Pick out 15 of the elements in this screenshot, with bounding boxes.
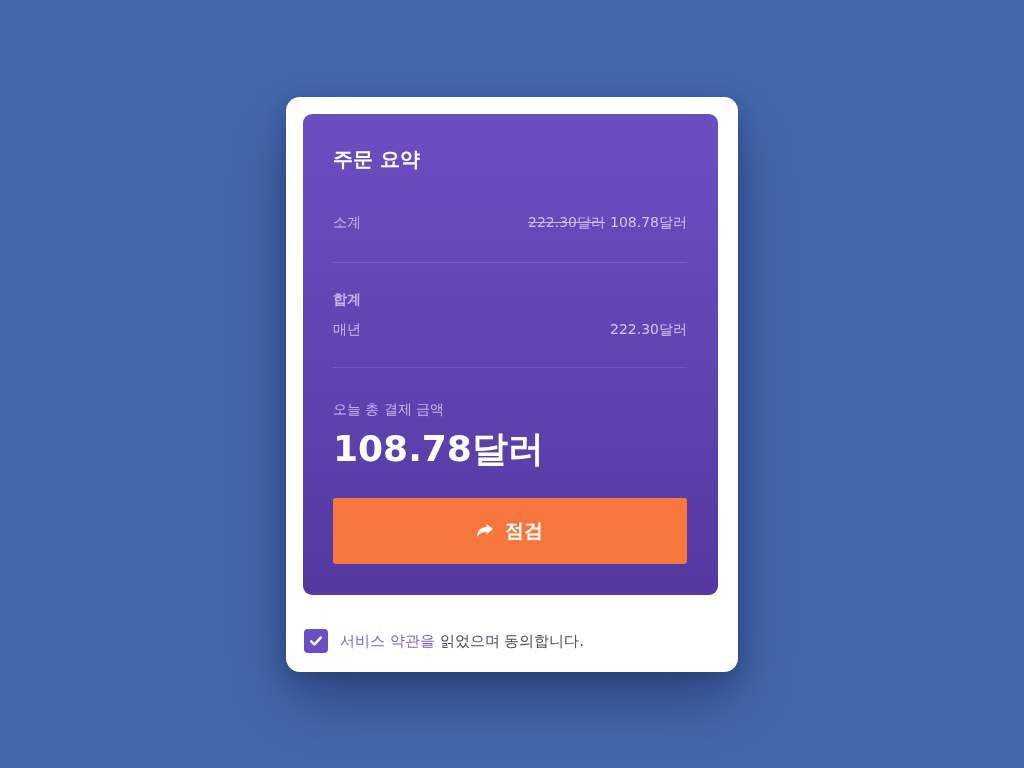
terms-text: 서비스 약관을 읽었으며 동의합니다. bbox=[340, 630, 585, 652]
subtotal-label: 소계 bbox=[333, 212, 361, 232]
period-label: 매년 bbox=[333, 319, 361, 339]
original-price: 222.30달러 bbox=[528, 212, 605, 232]
due-today-label: 오늘 총 결제 금액 bbox=[333, 399, 446, 419]
checkout-button[interactable]: 점검 bbox=[333, 497, 687, 564]
terms-link[interactable]: 서비스 약관을 bbox=[340, 631, 435, 650]
curved-arrow-icon bbox=[477, 524, 493, 537]
due-today-amount: 108.78달러 bbox=[333, 426, 545, 471]
terms-checkbox[interactable] bbox=[304, 628, 328, 653]
checkmark-icon bbox=[310, 635, 322, 646]
subtotal-price: 108.78달러 bbox=[610, 212, 687, 232]
summary-title: 주문 요약 bbox=[333, 145, 421, 172]
total-amount: 222.30달러 bbox=[610, 319, 687, 339]
total-label: 합계 bbox=[333, 289, 362, 309]
